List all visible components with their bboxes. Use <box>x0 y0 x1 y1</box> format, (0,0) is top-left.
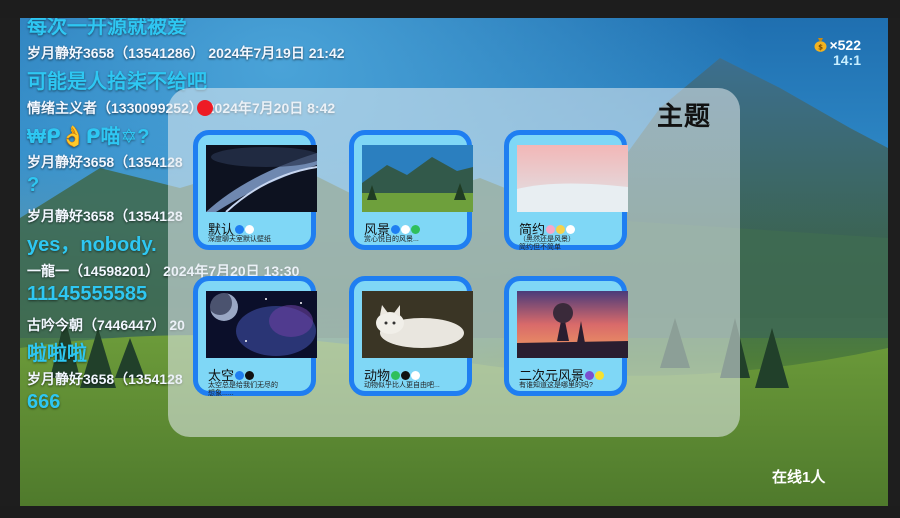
color-dot <box>585 371 595 380</box>
theme-description: 有谁知道这是哪里的吗? <box>519 382 593 389</box>
top-bar <box>0 0 900 18</box>
theme-description: （黑然还是风景） 简约但不简单 <box>519 236 575 251</box>
color-dot <box>235 371 245 380</box>
theme-card-space[interactable]: 太空 太空总是给我们无尽的 想象...... <box>193 276 317 397</box>
panel-title: 主题 <box>657 101 712 131</box>
message-text: 666 <box>27 391 61 413</box>
theme-thumbnail <box>362 291 473 358</box>
theme-card-anime-scenery[interactable]: 二次元风景 有谁知道这是哪里的吗? <box>504 276 628 396</box>
coin-count: ×522 <box>829 37 861 53</box>
color-dot <box>391 225 401 234</box>
svg-text:$: $ <box>819 44 824 52</box>
color-dot <box>245 225 255 234</box>
chat-message-partial: 每次一开源就被爱 <box>27 18 187 39</box>
color-dot <box>245 371 255 380</box>
theme-card-minimal[interactable]: 简约 （黑然还是风景） 简约但不简单 <box>504 130 628 251</box>
theme-card-animals[interactable]: 动物 动物似乎比人更自由吧... <box>349 276 473 396</box>
message-text: yes，nobody. <box>27 234 157 256</box>
color-dot <box>391 371 401 380</box>
chat-message: 岁月静好3658（1354128 yes，nobody. <box>27 206 183 257</box>
color-dot <box>566 225 576 234</box>
color-dot <box>235 225 245 234</box>
chat-message: 岁月静好3658（13541286） 2024年7月19日 21:42 可能是人… <box>27 43 345 94</box>
theme-description: 赏心悦目的风景... <box>364 236 419 243</box>
message-header: 岁月静好3658（1354128 <box>27 208 183 224</box>
color-dot <box>411 371 421 380</box>
message-header: 古吟今朝（7446447） 20 <box>27 317 185 333</box>
theme-card-default[interactable]: 默认 深度聊天室默认壁纸 <box>193 130 317 250</box>
chat-message: 古吟今朝（7446447） 20 啦啦啦 <box>27 315 185 366</box>
theme-card-scenery[interactable]: 风景 赏心悦目的风景... <box>349 130 473 250</box>
theme-thumbnail <box>517 291 628 358</box>
chat-background: 每次一开源就被爱 岁月静好3658（13541286） 2024年7月19日 2… <box>20 18 888 506</box>
bottom-bar <box>0 506 900 518</box>
chat-message: 岁月静好3658（1354128 ? <box>27 152 183 197</box>
message-text: ? <box>27 174 40 196</box>
theme-description: 动物似乎比人更自由吧... <box>364 382 440 389</box>
message-header: 岁月静好3658（13541286） 2024年7月19日 21:42 <box>27 45 345 61</box>
online-count: 在线1人 <box>772 469 826 486</box>
color-dot <box>595 371 605 380</box>
theme-thumbnail <box>206 145 317 212</box>
color-dot <box>411 225 421 234</box>
coin-ratio: 14:1 <box>832 52 861 68</box>
message-text: 啦啦啦 <box>27 343 87 365</box>
theme-thumbnail <box>206 291 317 358</box>
coin-counter: $ ×522 14:1 <box>814 37 861 68</box>
close-button[interactable] <box>197 100 213 116</box>
money-bag-icon: $ <box>814 38 827 52</box>
theme-description: 深度聊天室默认壁纸 <box>208 236 271 243</box>
color-dot <box>546 225 556 234</box>
color-dot <box>401 371 411 380</box>
theme-thumbnail <box>362 145 473 212</box>
theme-panel: 主题 默认 深度聊天室默认壁纸 风景 赏心悦目的风景... 简约 （黑然还是风景… <box>168 88 740 437</box>
message-text: 每次一开源就被爱 <box>27 18 187 38</box>
message-header: 岁月静好3658（1354128 <box>27 154 183 170</box>
message-header: 岁月静好3658（1354128 <box>27 371 183 387</box>
theme-thumbnail <box>517 145 628 212</box>
theme-description: 太空总是给我们无尽的 想象...... <box>208 382 278 397</box>
color-dot <box>401 225 411 234</box>
color-dot <box>556 225 566 234</box>
chat-message: 岁月静好3658（1354128 666 <box>27 369 183 414</box>
